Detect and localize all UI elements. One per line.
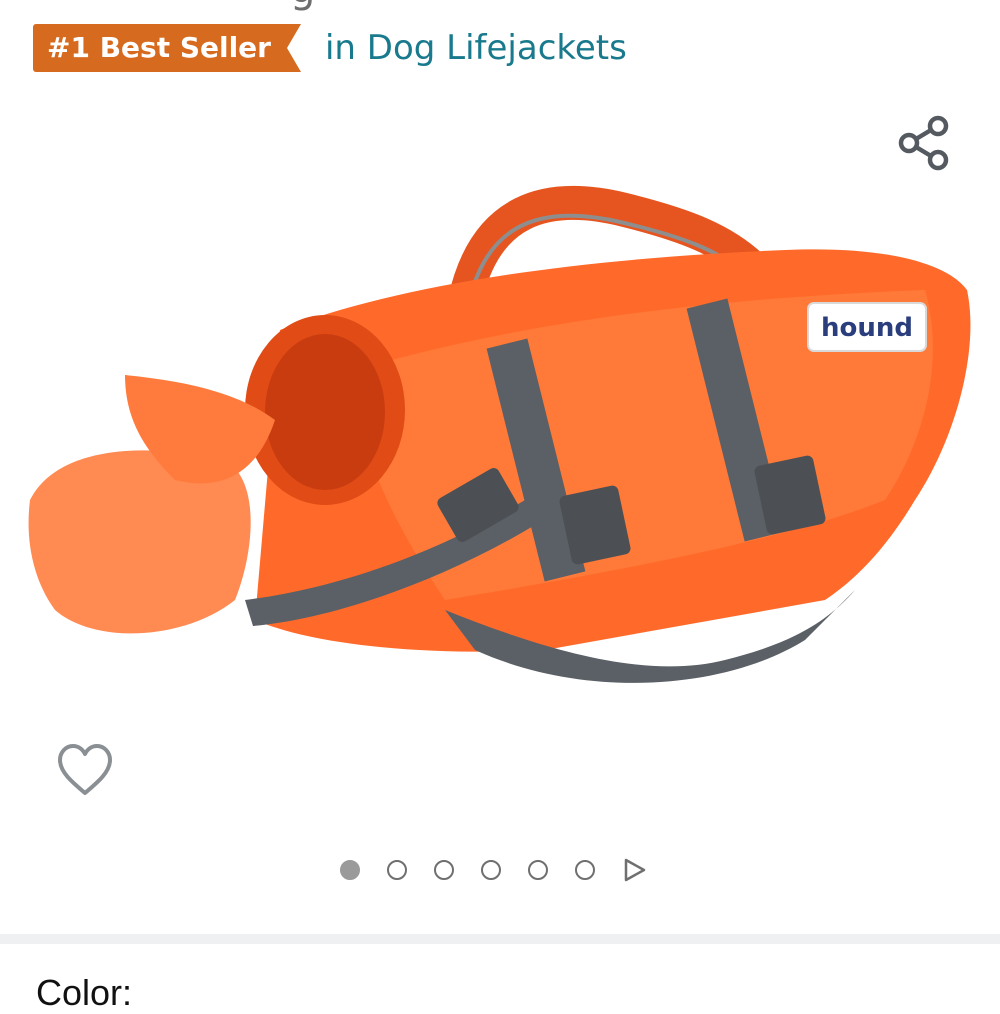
partial-title-text: g: [290, 0, 316, 12]
carousel-dot-1[interactable]: [340, 860, 360, 880]
carousel-dot-5[interactable]: [528, 860, 548, 880]
image-carousel-dots: [340, 853, 647, 887]
color-option-label: Color:: [36, 972, 133, 1013]
heart-icon[interactable]: [56, 742, 114, 800]
carousel-dot-6[interactable]: [575, 860, 595, 880]
best-seller-badge[interactable]: #1 Best Seller: [33, 24, 301, 72]
play-icon[interactable]: [623, 857, 647, 883]
carousel-dot-2[interactable]: [387, 860, 407, 880]
carousel-dot-4[interactable]: [481, 860, 501, 880]
best-seller-row: #1 Best Seller in Dog Lifejackets: [33, 22, 627, 74]
carousel-dot-3[interactable]: [434, 860, 454, 880]
section-divider: [0, 934, 1000, 944]
share-icon[interactable]: [896, 114, 954, 172]
category-link[interactable]: in Dog Lifejackets: [325, 22, 627, 74]
brand-logo: hound: [821, 313, 913, 343]
product-image[interactable]: hound: [25, 180, 985, 720]
